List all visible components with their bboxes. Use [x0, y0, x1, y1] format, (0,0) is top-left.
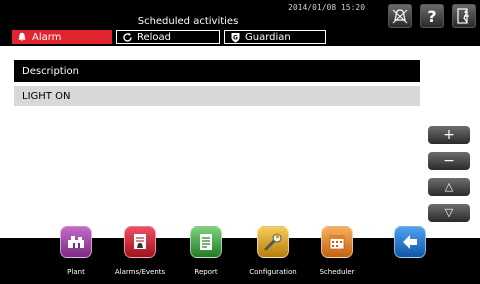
- svg-text:G: G: [233, 34, 238, 41]
- datetime-display: 2014/01/08 15:20: [288, 3, 366, 12]
- scheduler-icon: [329, 235, 345, 250]
- tab-guardian-label: Guardian: [245, 31, 291, 43]
- alarms-events-button[interactable]: [124, 226, 156, 258]
- table-row[interactable]: LIGHT ON: [14, 86, 420, 106]
- page-title: Scheduled activities: [137, 16, 239, 27]
- top-bar: Scheduled activities 2014/01/08 15:20 ? …: [0, 0, 480, 46]
- tab-guardian[interactable]: G Guardian: [224, 30, 326, 44]
- row-description: LIGHT ON: [22, 90, 71, 102]
- report-icon: [200, 234, 212, 250]
- table-header: Description: [14, 60, 420, 82]
- plant-icon: [68, 236, 84, 248]
- tab-reload[interactable]: Reload: [116, 30, 220, 44]
- tab-reload-label: Reload: [137, 31, 172, 43]
- report-button[interactable]: [190, 226, 222, 258]
- nav-label-report: Report: [194, 268, 218, 276]
- main-panel: Description LIGHT ON + − △ ▽: [0, 46, 480, 238]
- back-button[interactable]: [394, 226, 426, 258]
- configuration-icon: [264, 233, 282, 251]
- help-icon: ?: [427, 7, 436, 25]
- help-button[interactable]: ?: [420, 4, 444, 28]
- scroll-up-button[interactable]: △: [428, 178, 470, 196]
- alarms-events-icon: [134, 234, 146, 249]
- reload-icon: [121, 31, 133, 43]
- column-header-description: Description: [22, 65, 79, 77]
- configuration-button[interactable]: [257, 226, 289, 258]
- tab-alarm-label: Alarm: [32, 31, 62, 43]
- nav-label-alarms-events: Alarms/Events: [114, 268, 166, 276]
- svg-text:?: ?: [427, 7, 436, 25]
- plant-button[interactable]: [60, 226, 92, 258]
- alarm-silence-button[interactable]: [388, 4, 412, 28]
- back-arrow-icon: [403, 235, 417, 249]
- nav-label-configuration: Configuration: [249, 268, 297, 276]
- guardian-icon: G: [229, 31, 241, 43]
- scheduler-button[interactable]: [321, 226, 353, 258]
- scroll-down-button[interactable]: ▽: [428, 204, 470, 222]
- add-button[interactable]: +: [428, 126, 470, 144]
- alarm-bell-icon: [16, 31, 28, 43]
- bottom-nav: Plant Alarms/Events Report Configuration: [0, 226, 480, 284]
- nav-label-scheduler: Scheduler: [319, 268, 355, 276]
- logout-button[interactable]: [452, 4, 476, 28]
- exit-icon: [457, 8, 469, 24]
- tab-alarm[interactable]: Alarm: [12, 30, 112, 44]
- nav-label-plant: Plant: [67, 268, 85, 276]
- alarm-bell-icon: [392, 9, 408, 24]
- remove-button[interactable]: −: [428, 152, 470, 170]
